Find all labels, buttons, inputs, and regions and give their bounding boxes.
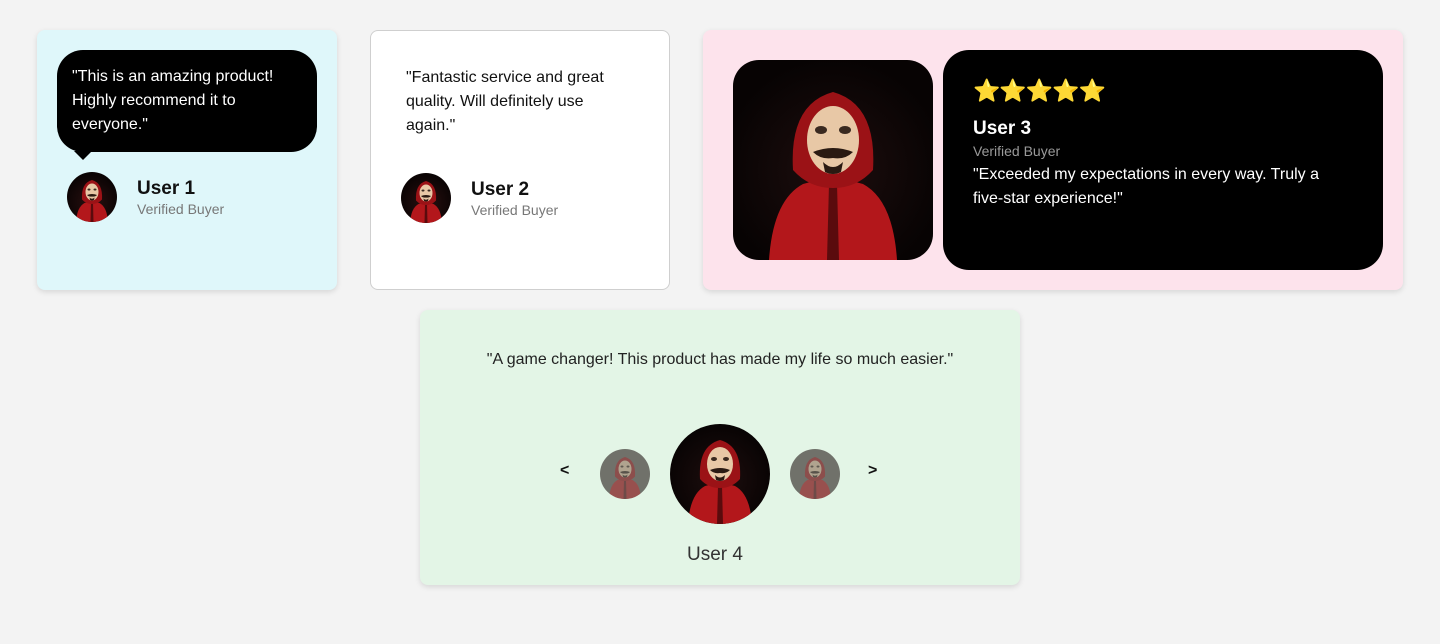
carousel-prev-button[interactable]: < (560, 462, 569, 480)
testimonials-page: "This is an amazing product! Highly reco… (0, 0, 1440, 644)
user-role: Verified Buyer (973, 143, 1061, 159)
user-name: User 2 (471, 179, 530, 200)
testimonial-quote: "A game changer! This product has made m… (486, 351, 954, 368)
avatar (401, 173, 451, 223)
testimonial-quote: "Fantastic service and great quality. Wi… (406, 69, 604, 134)
testimonial-card-1: "This is an amazing product! Highly reco… (37, 30, 337, 290)
user-role: Verified Buyer (137, 201, 225, 217)
star-rating-icon: ⭐⭐⭐⭐⭐ (973, 78, 1106, 103)
testimonial-quote: "This is an amazing product! Highly reco… (72, 68, 274, 133)
testimonial-card-2: "Fantastic service and great quality. Wi… (370, 30, 670, 290)
testimonial-panel: ⭐⭐⭐⭐⭐ User 3 Verified Buyer "Exceeded my… (943, 50, 1383, 270)
speech-bubble: "This is an amazing product! Highly reco… (57, 50, 317, 160)
carousel-thumb-prev[interactable] (600, 449, 650, 499)
carousel-thumb-active[interactable] (670, 424, 770, 524)
testimonial-card-3: ⭐⭐⭐⭐⭐ User 3 Verified Buyer "Exceeded my… (703, 30, 1403, 290)
user-name: User 4 (687, 544, 743, 565)
user-name: User 1 (137, 178, 196, 199)
user-name: User 3 (973, 118, 1032, 139)
user-role: Verified Buyer (471, 202, 559, 218)
avatar (67, 172, 117, 222)
user-photo (733, 60, 933, 260)
testimonial-carousel: "A game changer! This product has made m… (420, 310, 1020, 585)
testimonial-quote: "Exceeded my expectations in every way. … (973, 166, 1319, 207)
carousel-thumb-next[interactable] (790, 449, 840, 499)
carousel-next-button[interactable]: > (868, 462, 877, 480)
